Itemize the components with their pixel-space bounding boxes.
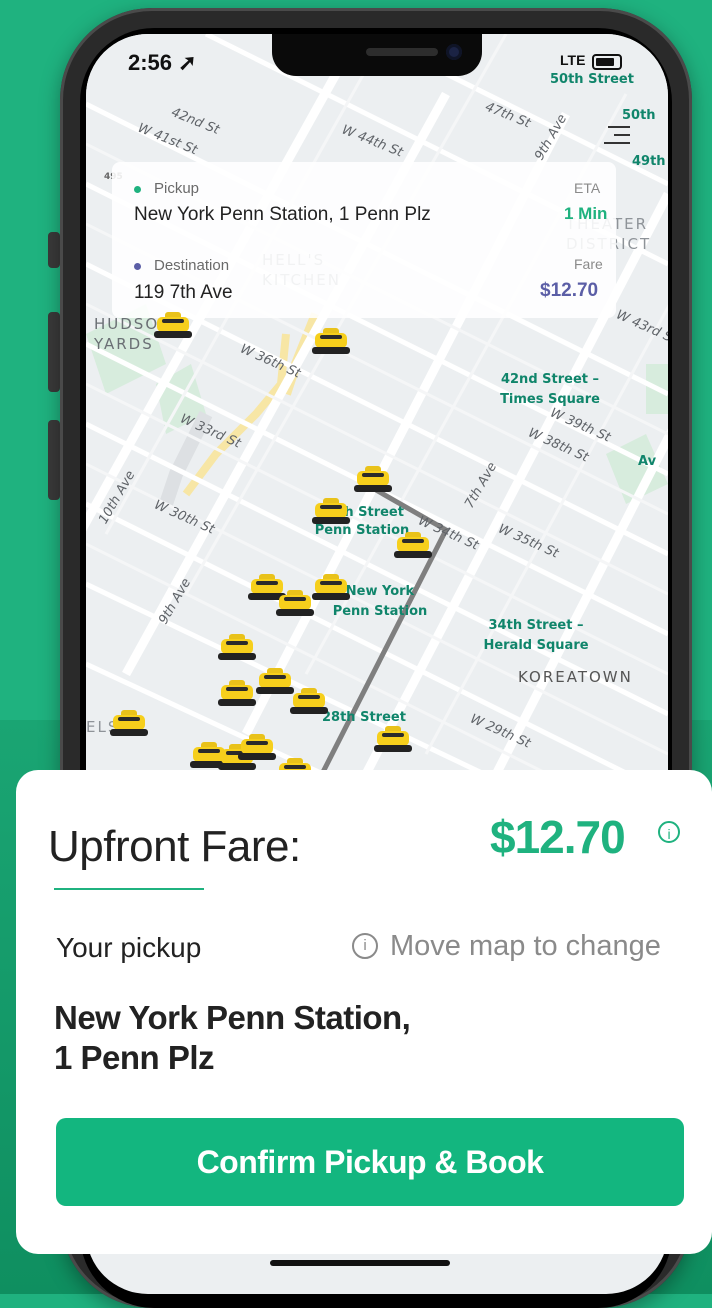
taxi-icon <box>276 588 314 618</box>
pickup-dot-icon <box>134 186 141 193</box>
eta-value: 1 Min <box>564 204 608 223</box>
taxi-icon <box>110 708 148 738</box>
taxi-icon <box>312 496 350 526</box>
info-icon[interactable]: i <box>658 821 680 843</box>
info-icon: i <box>352 933 378 959</box>
taxi-icon <box>256 666 294 696</box>
battery-icon <box>592 54 622 70</box>
booking-sheet: Upfront Fare: $12.70 i Your pickup i Mov… <box>16 770 712 1254</box>
taxi-icon <box>218 678 256 708</box>
confirm-pickup-button[interactable]: Confirm Pickup & Book <box>56 1118 684 1206</box>
station-label: Av <box>638 454 657 469</box>
pickup-address-line2: 1 Penn Plz <box>54 1039 215 1076</box>
taxi-icon <box>394 530 432 560</box>
taxi-icon <box>154 310 192 340</box>
pickup-value[interactable]: New York Penn Station, 1 Penn Plz <box>134 204 431 226</box>
network-label: LTE <box>560 52 586 68</box>
notch <box>272 34 482 76</box>
upfront-fare-value: $12.70 <box>490 811 626 863</box>
home-indicator[interactable] <box>270 1260 450 1266</box>
trip-info-card[interactable]: Pickup New York Penn Station, 1 Penn Plz… <box>112 162 616 318</box>
station-label: 50th <box>622 108 656 123</box>
destination-value[interactable]: 119 7th Ave <box>134 282 233 304</box>
speaker <box>366 48 438 56</box>
phone-side-button <box>48 232 60 268</box>
camera <box>446 44 462 60</box>
fare-underline <box>54 888 204 890</box>
destination-dot-icon <box>134 263 141 270</box>
station-label: 34th Street – Herald Square <box>483 618 589 653</box>
phone-volume-up-button <box>48 312 60 392</box>
station-label: 42nd Street – Times Square <box>500 372 600 407</box>
taxi-icon <box>374 724 412 754</box>
taxi-icon <box>354 464 392 494</box>
taxi-icon <box>312 326 350 356</box>
destination-label: Destination <box>154 257 230 274</box>
station-label: 50th Street <box>550 72 634 87</box>
taxi-icon <box>238 732 276 762</box>
station-label: 49th <box>632 154 666 169</box>
eta-label: ETA <box>574 180 601 196</box>
station-label: 28th Street <box>322 710 406 725</box>
menu-icon[interactable] <box>604 122 634 148</box>
taxi-icon <box>312 572 350 602</box>
pickup-address: New York Penn Station, 1 Penn Plz <box>54 998 474 1078</box>
pickup-address-line1: New York Penn Station, <box>54 999 411 1036</box>
upfront-fare-label: Upfront Fare: <box>48 822 301 871</box>
taxi-icon <box>290 686 328 716</box>
fare-label: Fare <box>574 256 603 272</box>
move-map-hint: Move map to change <box>390 930 661 962</box>
phone-volume-down-button <box>48 420 60 500</box>
status-time: 2:56 ➚ <box>128 50 197 75</box>
fare-value: $12.70 <box>540 280 599 301</box>
district-label: KOREATOWN <box>518 668 633 686</box>
your-pickup-label: Your pickup <box>56 932 202 963</box>
pickup-label: Pickup <box>154 180 200 197</box>
taxi-icon <box>218 632 256 662</box>
